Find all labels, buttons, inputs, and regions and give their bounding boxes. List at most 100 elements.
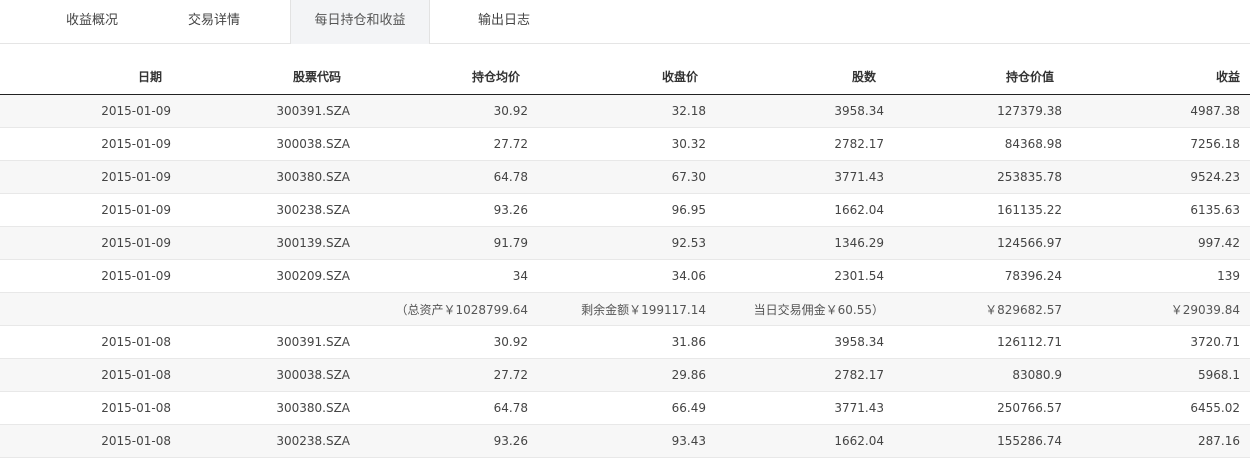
cell-position-value: 126112.71: [997, 335, 1062, 349]
cell-avg-cost: 64.78: [493, 170, 528, 184]
cell-position-value: 161135.22: [997, 203, 1062, 217]
cell-return: 7256.18: [1190, 137, 1240, 151]
cell-return: ￥29039.84: [1170, 302, 1240, 317]
tab-trade-details[interactable]: 交易详情: [156, 0, 272, 44]
table-row: 2015-01-08 300391.SZA 30.92 31.86 3958.34 126…: [0, 326, 1250, 359]
cell-stock-code: 300380.SZA: [276, 170, 350, 184]
cell-avg-cost: 30.92: [493, 335, 528, 349]
cell-close-price: 92.53: [671, 236, 706, 250]
cell-shares: 3771.43: [834, 401, 884, 415]
cell-avg-cost: 91.79: [493, 236, 528, 250]
cell-position-value: 127379.38: [997, 104, 1062, 118]
cell-date: 2015-01-08: [101, 335, 171, 349]
cell-avg-cost: 30.92: [493, 104, 528, 118]
cell-close-price: 93.43: [671, 434, 706, 448]
col-header-close-price: 收盘价: [661, 69, 698, 84]
cell-position-value: 78396.24: [1004, 269, 1062, 283]
cell-position-value: 83080.9: [1012, 368, 1062, 382]
cell-return: 6135.63: [1190, 203, 1240, 217]
col-header-shares: 股数: [851, 69, 876, 84]
cell-shares: 3958.34: [834, 335, 884, 349]
cell-close-price: 31.86: [671, 335, 706, 349]
cell-avg-cost: 93.26: [493, 203, 528, 217]
table-header: 日期 股票代码 持仓均价 收盘价 股数 持仓价值 收益: [0, 58, 1250, 95]
cell-return: 5968.1: [1198, 368, 1240, 382]
tab-output-log[interactable]: 输出日志: [446, 0, 562, 44]
table-row: 2015-01-09 300209.SZA 34 34.06 2301.54 78396.…: [0, 260, 1250, 293]
cell-stock-code: 300139.SZA: [276, 236, 350, 250]
cell-close-price: 30.32: [671, 137, 706, 151]
cell-date: 2015-01-09: [101, 104, 171, 118]
table-row: 2015-01-09 300391.SZA 30.92 32.18 3958.34 127…: [0, 95, 1250, 128]
cell-position-value: ￥829682.57: [985, 302, 1062, 317]
cell-avg-cost: （总资产￥1028799.64: [395, 302, 528, 317]
tab-daily-positions[interactable]: 每日持仓和收益: [290, 0, 430, 44]
positions-table: 日期 股票代码 持仓均价 收盘价 股数 持仓价值 收益 2015-01-09 30…: [0, 58, 1250, 458]
table-row: 2015-01-08 300380.SZA 64.78 66.49 3771.43 250…: [0, 392, 1250, 425]
cell-return: 287.16: [1198, 434, 1240, 448]
cell-avg-cost: 27.72: [493, 137, 528, 151]
cell-position-value: 250766.57: [997, 401, 1062, 415]
table-row: 2015-01-08 300038.SZA 27.72 29.86 2782.17 830…: [0, 359, 1250, 392]
cell-position-value: 155286.74: [997, 434, 1062, 448]
cell-stock-code: 300209.SZA: [276, 269, 350, 283]
cell-stock-code: [171, 293, 350, 325]
cell-stock-code: 300391.SZA: [276, 104, 350, 118]
table-row: 2015-01-09 300038.SZA 27.72 30.32 2782.17 843…: [0, 128, 1250, 161]
table-row: 2015-01-09 300139.SZA 91.79 92.53 1346.29 124…: [0, 227, 1250, 260]
cell-return: 4987.38: [1190, 104, 1240, 118]
cell-close-price: 34.06: [671, 269, 706, 283]
cell-return: 6455.02: [1190, 401, 1240, 415]
cell-position-value: 253835.78: [997, 170, 1062, 184]
tab-return-overview[interactable]: 收益概况: [34, 0, 150, 44]
col-header-return: 收益: [1215, 69, 1240, 84]
cell-stock-code: 300380.SZA: [276, 401, 350, 415]
cell-date: 2015-01-08: [101, 368, 171, 382]
cell-avg-cost: 27.72: [493, 368, 528, 382]
cell-shares: 当日交易佣金￥60.55）: [753, 302, 884, 317]
cell-return: 9524.23: [1190, 170, 1240, 184]
cell-close-price: 32.18: [671, 104, 706, 118]
cell-return: 997.42: [1198, 236, 1240, 250]
cell-shares: 1662.04: [834, 203, 884, 217]
cell-stock-code: 300238.SZA: [276, 434, 350, 448]
cell-date: 2015-01-08: [101, 401, 171, 415]
cell-return: 3720.71: [1190, 335, 1240, 349]
cell-stock-code: 300238.SZA: [276, 203, 350, 217]
col-header-date: 日期: [137, 69, 162, 84]
cell-date: 2015-01-09: [101, 236, 171, 250]
cell-avg-cost: 93.26: [493, 434, 528, 448]
col-header-position-value: 持仓价值: [1005, 69, 1054, 84]
cell-date: 2015-01-08: [101, 434, 171, 448]
cell-date: 2015-01-09: [101, 137, 171, 151]
cell-date: 2015-01-09: [101, 170, 171, 184]
table-row: 2015-01-09 300238.SZA 93.26 96.95 1662.04 161…: [0, 194, 1250, 227]
table-row: 2015-01-09 300380.SZA 64.78 67.30 3771.43 253…: [0, 161, 1250, 194]
cell-shares: 3771.43: [834, 170, 884, 184]
cell-close-price: 29.86: [671, 368, 706, 382]
cell-stock-code: 300038.SZA: [276, 137, 350, 151]
cell-shares: 3958.34: [834, 104, 884, 118]
cell-avg-cost: 64.78: [493, 401, 528, 415]
col-header-stock-code: 股票代码: [292, 69, 341, 84]
cell-shares: 1346.29: [834, 236, 884, 250]
cell-shares: 2301.54: [834, 269, 884, 283]
cell-return: 139: [1217, 269, 1240, 283]
tab-bar: 收益概况 交易详情 每日持仓和收益 输出日志: [0, 0, 1250, 44]
cell-shares: 1662.04: [834, 434, 884, 448]
cell-close-price: 96.95: [671, 203, 706, 217]
table-body: 2015-01-09 300391.SZA 30.92 32.18 3958.34 127…: [0, 95, 1250, 458]
cell-date: 2015-01-09: [101, 203, 171, 217]
cell-shares: 2782.17: [834, 368, 884, 382]
cell-position-value: 124566.97: [997, 236, 1062, 250]
table-row: 2015-01-08 300238.SZA 93.26 93.43 1662.04 155…: [0, 425, 1250, 458]
summary-row: （总资产￥1028799.64 剩余金额￥199117.14 当日交易佣金￥60.5…: [0, 293, 1250, 326]
cell-close-price: 67.30: [671, 170, 706, 184]
cell-stock-code: 300391.SZA: [276, 335, 350, 349]
cell-position-value: 84368.98: [1004, 137, 1062, 151]
col-header-avg-cost: 持仓均价: [471, 69, 520, 84]
cell-shares: 2782.17: [834, 137, 884, 151]
cell-close-price: 66.49: [671, 401, 706, 415]
cell-stock-code: 300038.SZA: [276, 368, 350, 382]
cell-date: 2015-01-09: [101, 269, 171, 283]
